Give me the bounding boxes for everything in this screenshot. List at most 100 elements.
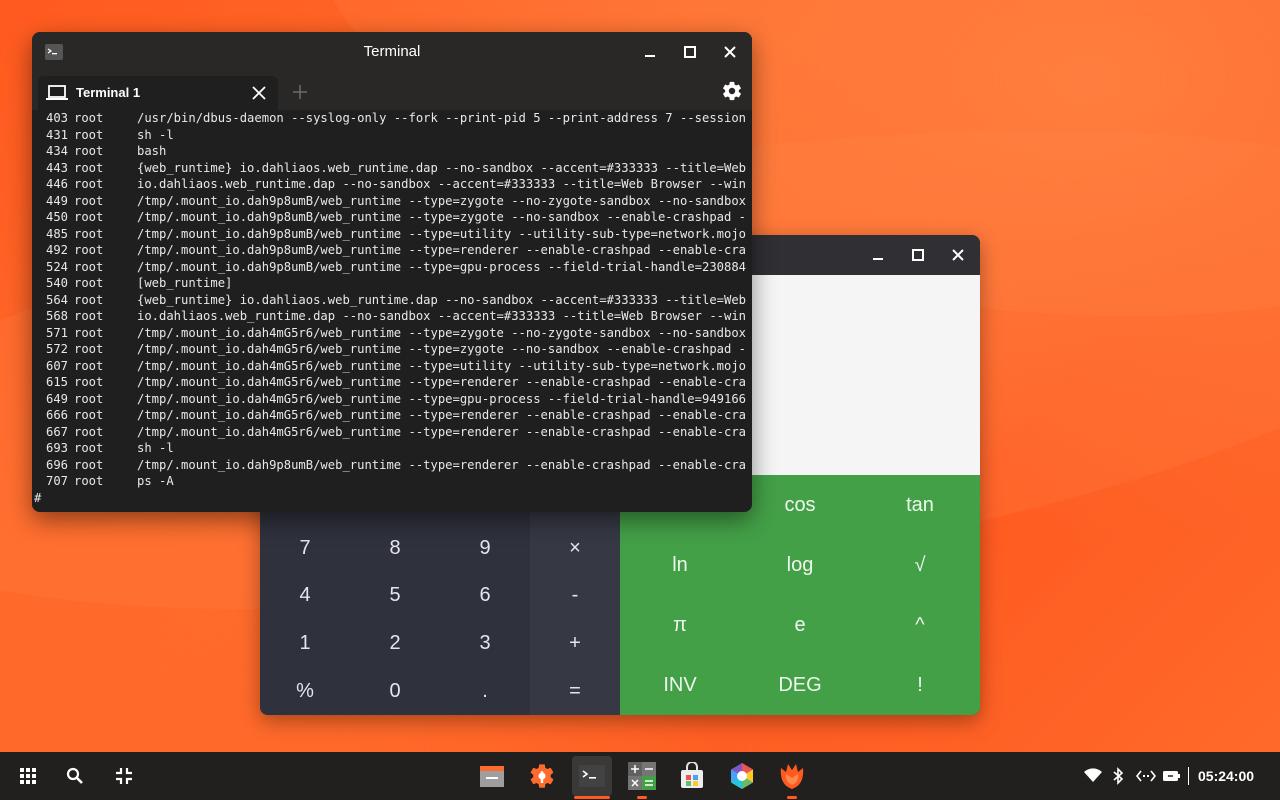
terminal-output[interactable]: 403 root/usr/bin/dbus-daemon --syslog-onl… — [32, 110, 752, 512]
key-multiply[interactable]: × — [530, 524, 620, 572]
maximize-button[interactable] — [675, 37, 705, 67]
process-line: 572 root/tmp/.mount_io.dah4mG5r6/web_runt… — [46, 342, 746, 356]
settings-button[interactable] — [717, 76, 747, 106]
process-line: 492 root/tmp/.mount_io.dah9p8umB/web_runt… — [46, 243, 746, 257]
process-line: 450 root/tmp/.mount_io.dah9p8umB/web_runt… — [46, 210, 746, 224]
clock[interactable]: 05:24:00 — [1198, 752, 1254, 800]
key-4[interactable]: 4 — [260, 571, 350, 619]
new-tab-button[interactable] — [285, 77, 315, 107]
close-icon — [252, 86, 266, 100]
tab-terminal-1[interactable]: Terminal 1 — [38, 76, 278, 110]
maximize-icon — [684, 46, 696, 58]
key-equals[interactable]: = — [530, 667, 620, 715]
process-line: 696 root/tmp/.mount_io.dah9p8umB/web_runt… — [46, 457, 746, 472]
minimize-button[interactable] — [635, 37, 665, 67]
minimize-icon — [873, 258, 883, 260]
process-line: 449 root/tmp/.mount_io.dah9p8umB/web_runt… — [46, 193, 746, 208]
running-app-indicator — [637, 796, 647, 799]
process-line: 693 root sh -l — [46, 441, 174, 455]
key-3[interactable]: 3 — [440, 619, 530, 667]
key-power[interactable]: ^ — [860, 595, 980, 655]
terminal-titlebar[interactable]: Terminal — [32, 32, 752, 72]
battery-icon[interactable] — [1163, 770, 1181, 782]
wifi-icon[interactable] — [1084, 768, 1102, 782]
key-tan[interactable]: tan — [860, 475, 980, 535]
calculator-app-icon — [628, 762, 656, 790]
active-app-indicator — [574, 796, 610, 799]
apps-grid-icon — [20, 768, 36, 784]
key-percent[interactable]: % — [260, 667, 350, 715]
settings-app-button[interactable] — [522, 756, 562, 796]
process-line: 403 root/usr/bin/dbus-daemon --syslog-onl… — [46, 111, 746, 125]
overview-button[interactable] — [106, 758, 142, 794]
key-6[interactable]: 6 — [440, 571, 530, 619]
key-minus[interactable]: - — [530, 571, 620, 619]
key-log[interactable]: log — [740, 535, 860, 595]
gear-icon — [723, 81, 741, 101]
web-browser-app-button[interactable] — [772, 756, 812, 799]
process-line: 564 root {web_runtime} io.dahliaos.web_run… — [46, 292, 746, 307]
calculator-display — [750, 275, 980, 475]
plus-icon — [293, 85, 307, 99]
key-7[interactable]: 7 — [260, 524, 350, 572]
key-ln[interactable]: ln — [620, 535, 740, 595]
key-pi[interactable]: π — [620, 595, 740, 655]
close-icon — [724, 46, 736, 58]
key-5[interactable]: 5 — [350, 571, 440, 619]
store-app-icon — [681, 762, 703, 788]
maximize-icon — [912, 249, 924, 261]
settings-app-icon — [530, 764, 554, 788]
overview-icon — [116, 768, 132, 784]
close-tab-button[interactable] — [244, 78, 274, 108]
key-8[interactable]: 8 — [350, 524, 440, 572]
graft-app-icon — [731, 763, 753, 789]
key-cos[interactable]: cos — [740, 475, 860, 535]
process-line: 540 root [web_runtime] — [46, 276, 233, 290]
calculator-app-button[interactable] — [622, 756, 662, 799]
terminal-app-icon — [579, 765, 605, 787]
taskbar: 05:24:00 — [0, 752, 1280, 800]
key-e[interactable]: e — [740, 595, 860, 655]
process-line: 571 root/tmp/.mount_io.dah4mG5r6/web_runt… — [46, 325, 746, 340]
key-plus[interactable]: + — [530, 619, 620, 667]
laptop-icon — [46, 85, 68, 100]
graft-app-button[interactable] — [722, 756, 762, 796]
key-decimal[interactable]: . — [440, 667, 530, 715]
store-app-button[interactable] — [672, 756, 712, 796]
key-factorial[interactable]: ! — [860, 655, 980, 715]
app-launcher-button[interactable] — [10, 758, 46, 794]
process-line: 485 root/tmp/.mount_io.dah9p8umB/web_runt… — [46, 226, 746, 241]
process-line: 568 root io.dahliaos.web_runtime.dap --no-… — [46, 309, 746, 323]
running-app-indicator — [787, 796, 797, 799]
bluetooth-icon[interactable] — [1113, 767, 1123, 785]
key-2[interactable]: 2 — [350, 619, 440, 667]
key-deg[interactable]: DEG — [740, 655, 860, 715]
process-line: 434 root bash — [46, 144, 167, 158]
maximize-button[interactable] — [903, 240, 933, 270]
files-app-icon — [480, 766, 504, 787]
key-9[interactable]: 9 — [440, 524, 530, 572]
process-line: 615 root/tmp/.mount_io.dah4mG5r6/web_runt… — [46, 375, 746, 389]
key-1[interactable]: 1 — [260, 619, 350, 667]
files-app-button[interactable] — [472, 756, 512, 796]
close-button[interactable] — [715, 37, 745, 67]
network-icon[interactable] — [1136, 769, 1156, 783]
tab-label: Terminal 1 — [76, 85, 141, 100]
close-icon — [952, 249, 964, 261]
process-line: 666 root/tmp/.mount_io.dah4mG5r6/web_runt… — [46, 408, 746, 422]
process-line: 667 root/tmp/.mount_io.dah4mG5r6/web_runt… — [46, 424, 746, 439]
terminal-window: Terminal Terminal 1 403 root /usr/bin/db… — [32, 32, 752, 512]
close-button[interactable] — [943, 240, 973, 270]
process-line: 431 root sh -l — [46, 127, 174, 142]
terminal-app-button[interactable] — [572, 756, 612, 799]
key-sqrt[interactable]: √ — [860, 535, 980, 595]
process-line: 524 root/tmp/.mount_io.dah9p8umB/web_runt… — [46, 259, 746, 274]
search-button[interactable] — [57, 758, 93, 794]
minimize-button[interactable] — [863, 240, 893, 270]
tray-divider — [1188, 767, 1189, 785]
process-line: 446 root io.dahliaos.web_runtime.dap --no-… — [46, 177, 746, 191]
key-inv[interactable]: INV — [620, 655, 740, 715]
process-line: 607 root/tmp/.mount_io.dah4mG5r6/web_runt… — [46, 358, 746, 373]
key-0[interactable]: 0 — [350, 667, 440, 715]
shell-prompt: # — [34, 490, 42, 505]
